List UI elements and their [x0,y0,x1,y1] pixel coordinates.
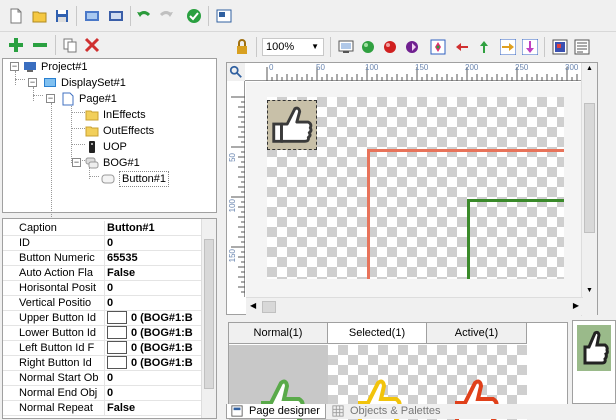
scroll-down-icon[interactable]: ▼ [586,287,593,294]
prop-row[interactable]: Normal Start Ob 0 [3,371,202,386]
thumbs-up-icon [272,106,313,143]
designer-tab-icon [231,405,243,417]
arrow-left-icon[interactable] [452,37,472,57]
open-folder-icon[interactable] [30,6,50,26]
scroll-thumb[interactable] [204,239,214,389]
undo-icon[interactable] [134,6,154,26]
arrow-up-icon[interactable] [474,37,494,57]
properties-icon[interactable] [572,37,592,57]
property-scrollbar[interactable] [201,219,216,418]
prop-row[interactable]: Upper Button Id 0 (BOG#1:B [3,311,202,326]
button-image[interactable] [267,100,317,150]
expander-bog[interactable]: − [72,158,81,167]
thumbs-up-icon [583,330,609,365]
button-icon [101,174,115,184]
bottom-tab-strip: Page designer Objects & Palettes [218,404,616,419]
magnifier-icon[interactable] [227,63,245,81]
grid-tab-icon [332,405,344,417]
main-toolbar [0,0,616,32]
page-icon [62,92,74,106]
tab-active[interactable]: Active(1) [427,323,527,344]
red-line-horizontal [367,149,564,152]
designer-hscrollbar[interactable]: ◀ ▶ [246,297,583,315]
prop-row[interactable]: Button Numeric 65535 [3,251,202,266]
green-line-horizontal [467,199,564,202]
prop-row[interactable]: Normal Repeat False [3,401,202,416]
tree-toolbar [0,33,218,57]
scroll-up-icon[interactable]: ▲ [586,65,593,72]
prop-row[interactable]: Auto Action Fla False [3,266,202,281]
save-icon[interactable] [52,6,72,26]
layer-icon[interactable] [550,37,570,57]
prop-row[interactable]: Normal End Obj 0 [3,386,202,401]
button-group-icon [85,157,99,169]
tab-page-designer[interactable]: Page designer [226,404,326,419]
folder-icon [85,126,99,137]
horizontal-ruler: 0 50 100 150 200 250 300 [245,63,582,81]
prop-row[interactable]: ID 0 [3,236,202,251]
designer-vscrollbar[interactable]: ▲ ▼ [581,63,597,316]
expander-project[interactable]: − [10,62,19,71]
expander-displayset[interactable]: − [28,78,37,87]
preview-thumb [577,325,611,371]
delete-icon[interactable] [82,35,102,55]
red-ball-icon[interactable] [380,37,400,57]
remove-icon[interactable] [30,35,50,55]
arrow-down-icon[interactable] [520,37,540,57]
prop-row[interactable]: Right Button Id 0 (BOG#1:B [3,356,202,371]
remote-control-icon [89,141,95,153]
prop-row[interactable]: Left Button Id F 0 (BOG#1:B [3,341,202,356]
expander-page[interactable]: − [46,94,55,103]
prop-row[interactable]: Caption Button#1 [3,221,202,236]
scroll-thumb[interactable] [262,301,276,313]
side-preview [572,320,616,404]
chevron-down-icon: ▼ [311,42,319,51]
tab-selected[interactable]: Selected(1) [328,323,427,344]
screen-icon[interactable] [336,37,356,57]
thumb-icon [107,311,127,324]
designer-toolbar: 100% ▼ [226,33,616,61]
display-icon [44,78,56,87]
tab-objects-palettes[interactable]: Objects & Palettes [328,404,458,419]
thumb-icon [107,341,127,354]
copy-icon[interactable] [60,35,80,55]
property-grid: Caption Button#1 ID 0 Button Numeric 655… [2,218,217,419]
ruler-ticks [231,96,245,293]
prop-row[interactable]: Vertical Positio 0 [3,296,202,311]
tab-normal[interactable]: Normal(1) [229,323,328,344]
arrow-right-icon[interactable] [498,37,518,57]
page-designer[interactable]: 0 50 100 150 200 250 300 50 100 150 ▲ ▼ … [226,62,598,316]
export-icon[interactable] [106,6,126,26]
ruler-ticks [266,67,578,81]
vertical-ruler: 50 100 150 [227,81,245,297]
add-icon[interactable] [6,35,26,55]
zoom-select[interactable]: 100% ▼ [262,38,324,56]
purple-ball-icon[interactable] [402,37,422,57]
check-icon[interactable] [184,6,204,26]
thumb-icon [107,356,127,369]
folder-icon [85,110,99,121]
green-line-vertical [467,199,470,279]
new-file-icon[interactable] [6,6,26,26]
import-icon[interactable] [82,6,102,26]
prop-row[interactable]: Horisontal Posit 0 [3,281,202,296]
green-ball-icon[interactable] [358,37,378,57]
thumb-icon [107,326,127,339]
prop-row[interactable]: Lower Button Id 0 (BOG#1:B [3,326,202,341]
preview-icon[interactable] [214,6,234,26]
redo-icon[interactable] [156,6,176,26]
scroll-right-icon[interactable]: ▶ [573,301,579,310]
project-tree[interactable]: − Project#1 − DisplaySet#1 − Page#1 InEf… [2,58,217,223]
page-canvas[interactable] [267,97,564,279]
red-line-vertical [367,149,370,279]
lock-icon[interactable] [232,37,252,57]
scroll-left-icon[interactable]: ◀ [250,301,256,310]
project-icon [24,62,36,72]
navigation-icon[interactable] [428,37,448,57]
scroll-thumb[interactable] [584,103,595,233]
